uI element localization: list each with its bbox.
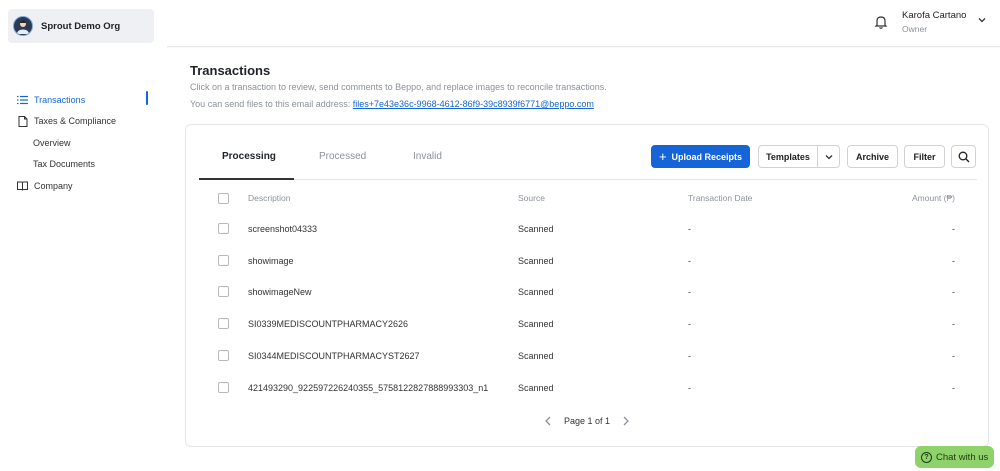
chevron-down-icon[interactable] xyxy=(976,14,988,26)
cell-source: Scanned xyxy=(518,224,554,234)
chat-with-us-button[interactable]: ? Chat with us xyxy=(915,446,994,468)
email-instructions: You can send files to this email address… xyxy=(190,99,594,109)
user-avatar-icon xyxy=(13,16,33,36)
cell-description: screenshot04333 xyxy=(248,224,318,234)
email-prefix: You can send files to this email address… xyxy=(190,99,353,109)
cell-source: Scanned xyxy=(518,255,554,266)
chevron-right-icon xyxy=(623,416,629,426)
email-link[interactable]: files+7e43e36c-9968-4612-86f9-39c8939f67… xyxy=(353,99,594,109)
bell-icon[interactable] xyxy=(873,14,889,30)
cell-amount: - xyxy=(952,350,955,361)
templates-dropdown-button[interactable] xyxy=(817,145,840,168)
sidebar-item-overview[interactable]: Overview xyxy=(0,132,167,154)
column-description: Description xyxy=(248,193,291,203)
user-name[interactable]: Karofa Cartano xyxy=(902,10,966,21)
cell-description: 421493290_922597226240355_57581228278889… xyxy=(248,382,489,393)
sidebar: Sprout Demo Org Transactions Taxes & Com… xyxy=(0,0,167,471)
cell-amount: - xyxy=(952,382,955,393)
cell-transaction-date: - xyxy=(688,224,691,234)
cell-description: SI0339MEDISCOUNTPHARMACY2626 xyxy=(248,319,409,330)
upload-label: Upload Receipts xyxy=(671,151,743,162)
list-icon xyxy=(17,94,28,105)
row-checkbox[interactable] xyxy=(218,381,229,393)
cell-amount: - xyxy=(952,319,955,330)
row-checkbox[interactable] xyxy=(218,349,229,361)
cell-amount: - xyxy=(952,224,955,234)
column-source: Source xyxy=(518,193,545,203)
select-all-checkbox[interactable] xyxy=(218,193,229,204)
tab-active-indicator xyxy=(199,178,294,180)
tab-processing[interactable]: Processing xyxy=(222,151,276,162)
cell-transaction-date: - xyxy=(688,382,691,393)
chevron-down-icon xyxy=(825,154,832,159)
filter-button[interactable]: Filter xyxy=(904,145,945,168)
question-icon: ? xyxy=(921,451,932,463)
row-checkbox[interactable] xyxy=(218,318,229,330)
page-title: Transactions xyxy=(190,63,271,78)
column-amount: Amount (₱) xyxy=(912,193,955,203)
chat-label: Chat with us xyxy=(936,451,989,463)
cell-source: Scanned xyxy=(518,319,554,330)
table-row[interactable] xyxy=(199,276,977,308)
sidebar-item-label: Company xyxy=(34,180,73,191)
user-role: Owner xyxy=(902,24,928,34)
sidebar-item-label: Taxes & Compliance xyxy=(34,116,117,127)
org-name: Sprout Demo Org xyxy=(41,20,121,32)
prev-page-button[interactable] xyxy=(543,415,553,427)
upload-receipts-button[interactable]: + Upload Receipts xyxy=(651,145,750,168)
row-checkbox[interactable] xyxy=(218,223,229,234)
sidebar-item-label: Tax Documents xyxy=(33,159,96,170)
plus-icon: + xyxy=(658,149,667,164)
column-transaction-date: Transaction Date xyxy=(688,193,753,203)
sidebar-item-company[interactable]: Company xyxy=(0,175,167,197)
tab-invalid[interactable]: Invalid xyxy=(413,151,442,162)
cell-description: showimage xyxy=(248,255,294,266)
cell-transaction-date: - xyxy=(688,319,691,330)
tab-divider xyxy=(199,179,977,180)
sidebar-item-transactions[interactable]: Transactions xyxy=(0,89,167,111)
chevron-left-icon xyxy=(545,416,551,426)
cell-amount: - xyxy=(952,287,955,298)
page-subtitle: Click on a transaction to review, send c… xyxy=(190,82,607,92)
table-row[interactable] xyxy=(199,245,977,277)
row-checkbox[interactable] xyxy=(218,254,229,266)
cell-source: Scanned xyxy=(518,287,554,298)
document-icon xyxy=(17,115,28,127)
sidebar-item-label: Overview xyxy=(33,137,71,148)
page-indicator: Page 1 of 1 xyxy=(564,416,611,426)
templates-button[interactable]: Templates xyxy=(758,145,818,168)
cell-transaction-date: - xyxy=(688,350,691,361)
org-switcher[interactable]: Sprout Demo Org xyxy=(8,9,154,43)
cell-transaction-date: - xyxy=(688,287,691,298)
sidebar-item-label: Transactions xyxy=(34,94,86,105)
sidebar-item-tax-documents[interactable]: Tax Documents xyxy=(0,154,167,176)
cell-source: Scanned xyxy=(518,350,554,361)
sidebar-nav: Transactions Taxes & Compliance Overview… xyxy=(0,89,167,197)
archive-button[interactable]: Archive xyxy=(847,145,898,168)
cell-description: SI0344MEDISCOUNTPHARMACYST2627 xyxy=(248,350,420,361)
cell-transaction-date: - xyxy=(688,255,691,266)
cell-amount: - xyxy=(952,255,955,266)
book-icon xyxy=(17,180,28,191)
sidebar-item-taxes[interactable]: Taxes & Compliance xyxy=(0,111,167,133)
cell-description: showimageNew xyxy=(248,287,312,298)
cell-source: Scanned xyxy=(518,382,554,393)
search-icon xyxy=(958,151,969,162)
row-checkbox[interactable] xyxy=(218,286,229,298)
next-page-button[interactable] xyxy=(621,415,631,427)
tab-processed[interactable]: Processed xyxy=(319,151,366,162)
search-button[interactable] xyxy=(951,145,976,168)
